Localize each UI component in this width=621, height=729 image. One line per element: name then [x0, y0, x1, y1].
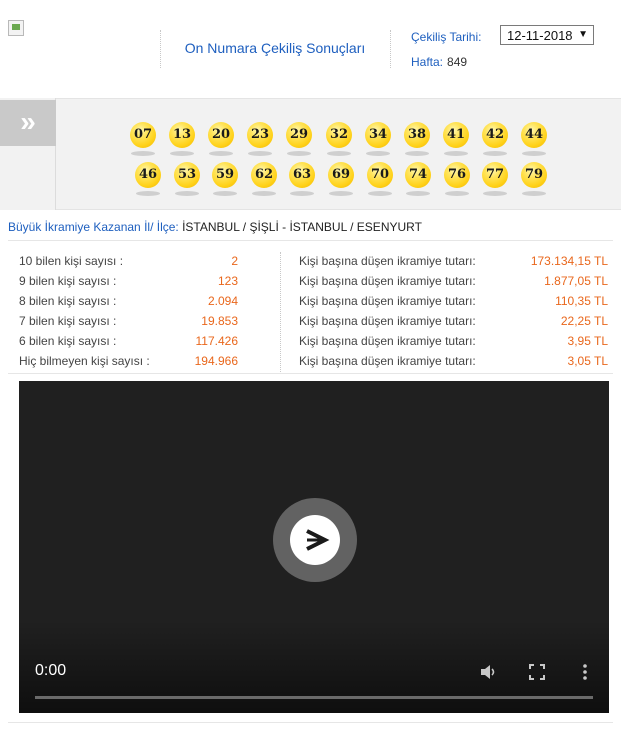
double-chevron-right-icon[interactable]: »: [0, 100, 56, 146]
ball-shadow: [405, 151, 429, 156]
ball-shadow: [329, 191, 353, 196]
number-ball: 70: [367, 162, 393, 188]
number-ball: 76: [444, 162, 470, 188]
ball-shadow: [368, 191, 392, 196]
ball-shadow: [483, 151, 507, 156]
ball-shadow: [290, 191, 314, 196]
ball-shadow: [209, 151, 233, 156]
prize-label: Kişi başına düşen ikramiye tutarı:: [299, 314, 476, 328]
week-value: 849: [447, 55, 468, 69]
ball-shadow: [287, 151, 311, 156]
winner-count: 19.853: [201, 314, 238, 328]
ball-shadow: [483, 191, 507, 196]
page-title: On Numara Çekiliş Sonuçları: [184, 40, 366, 56]
prize-amount: 3,05 TL: [567, 354, 608, 368]
video-progress-bar[interactable]: [35, 696, 593, 699]
jackpot-winner-location: Büyük İkramiye Kazanan İl/ İlçe: İSTANBU…: [8, 220, 422, 234]
winner-count: 117.426: [195, 334, 239, 348]
number-ball: 23: [247, 122, 273, 148]
number-ball: 62: [251, 162, 277, 188]
match-count-label: 6 bilen kişi sayısı :: [19, 334, 117, 348]
number-ball: 20: [208, 122, 234, 148]
prize-amount: 3,95 TL: [567, 334, 608, 348]
triangle-down-icon: ▼: [578, 29, 588, 40]
ball-shadow: [248, 151, 272, 156]
ball-shadow: [175, 191, 199, 196]
number-ball: 46: [135, 162, 161, 188]
ball-shadow: [444, 151, 468, 156]
winner-count: 2.094: [207, 294, 238, 308]
week-label: Hafta:: [411, 55, 444, 69]
selected-date: 12-11-2018: [507, 28, 573, 43]
prize-amount: 22,25 TL: [560, 314, 608, 328]
ball-shadow: [522, 191, 546, 196]
number-ball: 29: [286, 122, 312, 148]
ball-shadow: [406, 191, 430, 196]
prize-label: Kişi başına düşen ikramiye tutarı:: [299, 354, 476, 368]
number-ball: 59: [212, 162, 238, 188]
prize-amount: 110,35 TL: [555, 294, 608, 308]
stats-divider: [280, 252, 281, 372]
divider: [8, 722, 613, 723]
number-ball: 79: [521, 162, 547, 188]
number-ball: 38: [404, 122, 430, 148]
match-count-label: 10 bilen kişi sayısı :: [19, 254, 124, 268]
number-ball: 32: [326, 122, 352, 148]
prize-label: Kişi başına düşen ikramiye tutarı:: [299, 334, 476, 348]
match-count-label: 7 bilen kişi sayısı :: [19, 314, 117, 328]
number-ball: 53: [174, 162, 200, 188]
winner-value: İSTANBUL / ŞİŞLİ - İSTANBUL / ESENYURT: [182, 220, 422, 234]
fullscreen-icon[interactable]: [528, 663, 546, 686]
winner-count: 194.966: [194, 354, 238, 368]
more-vertical-icon[interactable]: [581, 663, 589, 686]
match-count-label: Hiç bilmeyen kişi sayısı :: [19, 354, 150, 368]
match-count-label: 8 bilen kişi sayısı :: [19, 294, 117, 308]
number-ball: 69: [328, 162, 354, 188]
prize-label: Kişi başına düşen ikramiye tutarı:: [299, 294, 476, 308]
number-ball: 13: [169, 122, 195, 148]
number-ball: 41: [443, 122, 469, 148]
video-controls-gradient: [19, 620, 609, 713]
ball-shadow: [252, 191, 276, 196]
number-ball: 42: [482, 122, 508, 148]
number-ball: 77: [482, 162, 508, 188]
ball-shadow: [131, 151, 155, 156]
draw-date-select[interactable]: 12-11-2018 ▼: [500, 25, 594, 45]
ball-shadow: [522, 151, 546, 156]
broken-logo-icon: [8, 20, 24, 36]
video-time: 0:00: [35, 662, 67, 679]
ball-shadow: [366, 151, 390, 156]
volume-icon[interactable]: [478, 662, 498, 687]
match-count-label: 9 bilen kişi sayısı :: [19, 274, 117, 288]
winner-count: 123: [217, 274, 238, 288]
ball-shadow: [136, 191, 160, 196]
ball-shadow: [445, 191, 469, 196]
number-ball: 34: [365, 122, 391, 148]
ball-shadow: [170, 151, 194, 156]
divider: [8, 373, 613, 374]
winner-label: Büyük İkramiye Kazanan İl/ İlçe:: [8, 220, 179, 234]
ball-shadow: [213, 191, 237, 196]
play-icon[interactable]: [290, 515, 340, 565]
week-info: Hafta: 849: [411, 55, 467, 69]
winner-count: 2: [231, 254, 238, 268]
ball-shadow: [327, 151, 351, 156]
prize-amount: 1.877,05 TL: [544, 274, 608, 288]
number-ball: 44: [521, 122, 547, 148]
number-ball: 74: [405, 162, 431, 188]
number-ball: 07: [130, 122, 156, 148]
draw-date-label: Çekiliş Tarihi:: [411, 30, 482, 44]
header-divider: [390, 30, 391, 68]
prize-amount: 173.134,15 TL: [530, 254, 608, 268]
divider: [8, 240, 613, 241]
prize-label: Kişi başına düşen ikramiye tutarı:: [299, 274, 476, 288]
prize-label: Kişi başına düşen ikramiye tutarı:: [299, 254, 476, 268]
number-ball: 63: [289, 162, 315, 188]
